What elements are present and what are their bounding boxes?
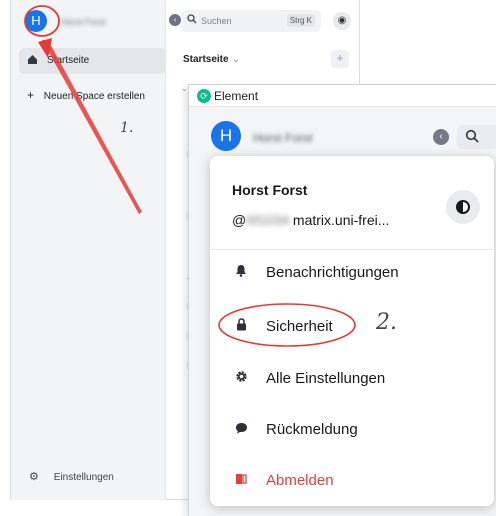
mxid-suffix: matrix.uni-frei...: [289, 212, 390, 228]
annotation-step-2: 2.: [376, 310, 397, 335]
search-icon: [187, 14, 197, 27]
menu-item-label: Benachrichtigungen: [266, 263, 399, 281]
blurred-user-name: Horst Forst: [253, 131, 313, 145]
menu-divider: [210, 249, 494, 250]
chevron-left-icon[interactable]: ‹: [433, 129, 449, 145]
search-icon: [465, 129, 479, 146]
menu-item-label: Abmelden: [266, 471, 334, 489]
background-avatar[interactable]: H: [25, 10, 47, 32]
plus-icon: +: [27, 88, 35, 102]
room-list-header-label: Startseite: [183, 54, 229, 65]
screenshot-stage: H Horst Forst Startseite + Neuen Space e…: [0, 0, 496, 516]
menu-matrix-id: @hf1034 matrix.uni-frei...: [232, 212, 389, 228]
sidebar-item-home[interactable]: Startseite: [19, 48, 166, 74]
theme-contrast-icon: [456, 200, 470, 214]
search-button[interactable]: [457, 125, 496, 149]
bell-icon: [232, 264, 250, 280]
lock-icon: [232, 318, 250, 334]
chevron-left-icon[interactable]: ‹: [169, 14, 181, 26]
window-title: Element: [214, 89, 259, 103]
compass-icon[interactable]: ◉: [333, 12, 351, 30]
new-space-button[interactable]: + Neuen Space erstellen: [27, 88, 145, 102]
menu-item-label: Alle Einstellungen: [266, 369, 386, 387]
menu-item-sign-out[interactable]: Abmelden: [232, 465, 334, 495]
search-input[interactable]: Suchen Strg K: [181, 10, 321, 32]
background-user-header: H Horst Forst: [17, 8, 165, 34]
room-list-header[interactable]: Startseite ⌄: [183, 54, 240, 65]
add-room-button[interactable]: +: [331, 50, 349, 68]
menu-item-security[interactable]: Sicherheit: [232, 311, 333, 341]
settings-label: Einstellungen: [53, 472, 114, 483]
menu-item-notifications[interactable]: Benachrichtigungen: [232, 257, 399, 287]
background-sidebar: H Horst Forst Startseite + Neuen Space e…: [11, 0, 166, 500]
window-titlebar: ⟳ Element: [189, 85, 496, 107]
chat-bubble-icon: [232, 422, 250, 437]
menu-display-name: Horst Forst: [232, 182, 308, 198]
menu-item-label: Sicherheit: [266, 317, 333, 335]
new-space-label: Neuen Space erstellen: [43, 91, 145, 102]
annotation-step-1: 1.: [120, 120, 134, 136]
keyboard-shortcut-badge: Strg K: [286, 14, 315, 27]
user-menu: Horst Forst @hf1034 matrix.uni-frei... B…: [210, 156, 494, 506]
element-logo-icon: ⟳: [197, 89, 211, 103]
theme-toggle-button[interactable]: [446, 190, 480, 224]
search-placeholder: Suchen: [201, 16, 232, 26]
settings-button[interactable]: ⚙ Einstellungen: [29, 470, 114, 483]
menu-item-all-settings[interactable]: Alle Einstellungen: [232, 363, 385, 393]
mxid-blurred: hf1034: [246, 212, 290, 228]
chevron-down-icon: ⌄: [231, 54, 240, 65]
sidebar-item-home-label: Startseite: [47, 55, 90, 66]
user-avatar[interactable]: H: [211, 121, 241, 151]
background-blurred-name: Horst Forst: [61, 17, 106, 27]
gear-icon: ⚙: [29, 471, 39, 483]
home-icon: [27, 54, 38, 68]
menu-item-label: Rückmeldung: [266, 420, 358, 438]
mxid-prefix: @: [232, 212, 247, 228]
menu-item-feedback[interactable]: Rückmeldung: [232, 414, 358, 444]
sign-out-icon: [232, 473, 250, 488]
gear-icon: [232, 370, 250, 386]
